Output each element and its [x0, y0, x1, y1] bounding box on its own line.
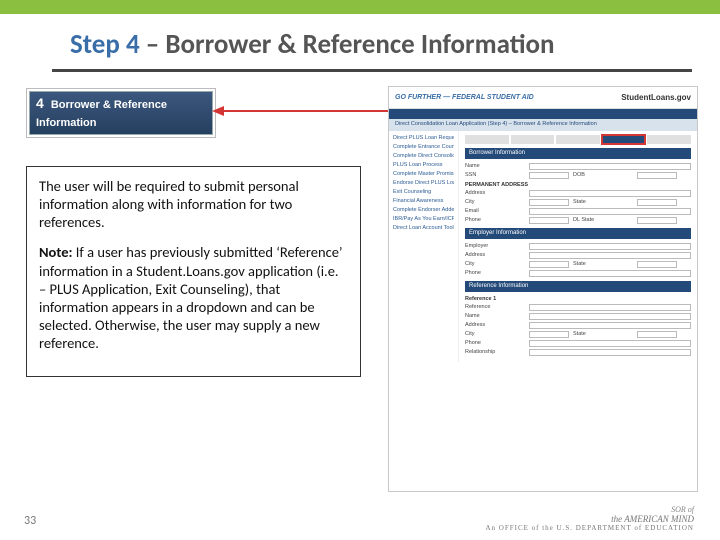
thumb-field: Name: [465, 163, 691, 170]
thumb-section-borrower: Borrower Information: [465, 148, 691, 159]
footer-office: An OFFICE of the U.S. DEPARTMENT of EDUC…: [485, 524, 694, 532]
thumb-field: CityState: [465, 199, 691, 206]
footer-tagline: the AMERICAN MIND: [485, 514, 694, 524]
thumb-logo-text: GO FURTHER — FEDERAL STUDENT AID: [395, 94, 534, 101]
thumb-side-item: Complete Master Promissory Note: [393, 171, 454, 178]
page-number: 33: [24, 514, 36, 528]
thumb-site-name: StudentLoans.gov: [621, 93, 691, 102]
thumb-sidebar: Direct PLUS Loan Request Complete Entran…: [389, 131, 459, 362]
thumb-step-active: [602, 135, 646, 144]
thumb-field: Address: [465, 252, 691, 259]
footer-sponsor: SOR of: [485, 505, 694, 514]
thumb-field: Phone: [465, 270, 691, 277]
thumb-ref1-header: Reference 1: [465, 296, 691, 302]
thumb-section-employer: Employer Information: [465, 228, 691, 239]
thumb-field: PhoneDL State: [465, 217, 691, 224]
thumb-step: [511, 135, 555, 144]
thumb-step-indicator: [465, 135, 691, 144]
thumb-field: SSNDOB: [465, 172, 691, 179]
explanation-box: The user will be required to submit pers…: [26, 166, 361, 377]
step-tab-label: Borrower & Reference Information: [36, 99, 167, 129]
thumb-side-item: PLUS Loan Process: [393, 162, 454, 169]
step-tab-number: 4: [36, 95, 44, 111]
thumb-field: Employer: [465, 243, 691, 250]
paragraph-2: Note: If a user has previously submitted…: [39, 243, 348, 352]
thumb-field: Address: [465, 322, 691, 329]
thumb-field: Reference: [465, 304, 691, 311]
thumb-field: CityState: [465, 261, 691, 268]
title-rest: – Borrower & Reference Information: [146, 28, 555, 61]
thumb-field: Name: [465, 313, 691, 320]
thumb-navbar: [389, 109, 697, 119]
footer: SOR of the AMERICAN MIND An OFFICE of th…: [485, 505, 694, 532]
title-underline: [52, 69, 692, 72]
thumb-side-item: Direct Loan Account Tools: [393, 225, 454, 232]
thumb-field: Address: [465, 190, 691, 197]
thumb-step: [465, 135, 509, 144]
step-tab-image: 4 Borrower & Reference Information: [26, 88, 216, 138]
thumb-field: Phone: [465, 340, 691, 347]
thumb-field: Relationship: [465, 349, 691, 356]
thumb-body: Direct PLUS Loan Request Complete Entran…: [389, 131, 697, 362]
slide: Step 4 – Borrower & Reference Informatio…: [0, 0, 720, 540]
thumb-step: [556, 135, 600, 144]
thumb-side-item: Direct PLUS Loan Request: [393, 135, 454, 142]
left-column: 4 Borrower & Reference Information The u…: [26, 80, 361, 377]
thumb-field: CityState: [465, 331, 691, 338]
screenshot-thumbnail: GO FURTHER — FEDERAL STUDENT AID Student…: [388, 86, 698, 492]
thumb-section-reference: Reference Information: [465, 281, 691, 292]
thumb-side-item: IBR/Pay As You Earn/ICR Repayment Plan R…: [393, 216, 454, 223]
thumb-side-item: Complete Direct Consolidation Request: [393, 153, 454, 160]
thumb-subheader: PERMANENT ADDRESS: [465, 182, 691, 188]
thumb-side-item: Financial Awareness: [393, 198, 454, 205]
thumb-step: [647, 135, 691, 144]
thumb-side-item: Exit Counseling: [393, 189, 454, 196]
thumb-side-item: Endorse Direct PLUS Loan: [393, 180, 454, 187]
content-area: 4 Borrower & Reference Information The u…: [26, 80, 698, 510]
thumb-field: Email: [465, 208, 691, 215]
paragraph-1: The user will be required to submit pers…: [39, 177, 348, 231]
slide-title: Step 4 – Borrower & Reference Informatio…: [0, 14, 720, 69]
thumb-side-item: Complete Endorser Addendum: [393, 207, 454, 214]
thumb-breadcrumb: Direct Consolidation Loan Application (S…: [389, 119, 697, 131]
thumb-side-item: Complete Entrance Counseling: [393, 144, 454, 151]
step-tab-inner: 4 Borrower & Reference Information: [29, 91, 213, 135]
thumb-header: GO FURTHER — FEDERAL STUDENT AID Student…: [389, 87, 697, 109]
title-step: Step 4: [70, 28, 140, 61]
note-body: If a user has previously submitted ‘Refe…: [39, 243, 343, 352]
note-label: Note:: [39, 243, 73, 261]
top-accent-bar: [0, 0, 720, 14]
thumb-main: Borrower Information Name SSNDOB PERMANE…: [459, 131, 697, 362]
